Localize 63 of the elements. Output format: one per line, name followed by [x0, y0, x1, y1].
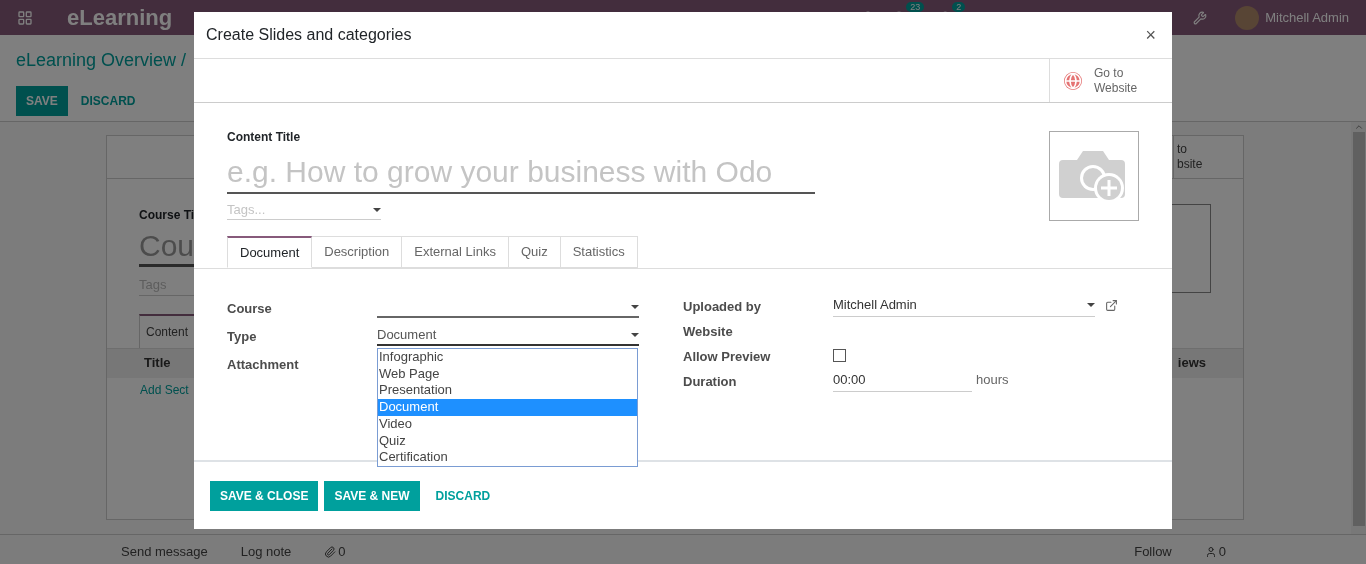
apps-menu-icon[interactable] [17, 9, 33, 26]
caret-icon [631, 332, 639, 337]
save-button[interactable]: SAVE [16, 86, 68, 116]
user-name[interactable]: Mitchell Admin [1265, 7, 1349, 28]
field-label: Attachment [227, 356, 300, 374]
field-label: Type [227, 328, 258, 346]
dropdown-option[interactable]: Video [378, 415, 637, 433]
field-label: Website [683, 323, 734, 341]
dropdown-option[interactable]: Infographic [378, 349, 637, 366]
globe-icon [1064, 71, 1082, 90]
close-button[interactable]: × [1141, 21, 1160, 49]
follower-icon[interactable] [1204, 545, 1217, 558]
dropdown-option[interactable]: Presentation [378, 382, 637, 400]
caret-icon [373, 208, 381, 212]
duration-field[interactable]: 00:00 [833, 368, 972, 392]
activity-count: 23 [906, 1, 925, 12]
avatar [1235, 5, 1260, 30]
content-title-field[interactable]: e.g. How to grow your business with Odo [227, 150, 815, 194]
dropdown-option[interactable]: Document [378, 399, 637, 416]
website-button[interactable]: to bsite [1173, 136, 1243, 178]
send-message-button[interactable]: Send message [121, 542, 208, 562]
scroll-up-icon[interactable] [1353, 122, 1364, 132]
form-tab[interactable]: Quiz [508, 236, 561, 268]
discard-button[interactable]: DISCARD [425, 480, 501, 511]
select-field[interactable]: Document [377, 321, 639, 346]
column-header: Title [144, 354, 171, 373]
scrollbar[interactable] [1351, 122, 1366, 534]
scrollbar-thumb[interactable] [1352, 132, 1365, 526]
user-select-field[interactable]: Mitchell Admin [833, 293, 1095, 317]
add-section-link[interactable]: Add Sect [140, 381, 189, 399]
dropdown-option[interactable]: Certification [378, 449, 637, 466]
form-tab[interactable]: Statistics [560, 236, 638, 268]
save-button[interactable]: SAVE & NEW [324, 480, 420, 511]
paperclip-icon[interactable] [324, 545, 337, 558]
go-to-website-button[interactable]: Go to Website [1049, 59, 1172, 102]
app-name: eLearning [67, 4, 173, 32]
message-count: 2 [952, 1, 966, 12]
follow-button[interactable]: Follow [1134, 542, 1172, 562]
field-label: Course [227, 300, 273, 318]
caret-icon [631, 304, 639, 309]
attachment-count: 0 [338, 543, 346, 561]
form-tab[interactable]: Description [312, 236, 403, 268]
follower-count: 0 [1218, 543, 1226, 561]
tools-icon[interactable] [1193, 10, 1208, 25]
caret-icon [1087, 302, 1095, 307]
field-label: Allow Preview [683, 348, 772, 366]
discard-button[interactable]: DISCARD [70, 86, 146, 116]
checkbox[interactable] [833, 349, 846, 362]
image-upload-box[interactable] [1049, 131, 1139, 221]
field-label: Duration [683, 373, 738, 391]
dropdown-option[interactable]: Web Page [378, 365, 637, 383]
form-tab[interactable]: External Links [402, 236, 509, 268]
field-label: Course Ti [139, 207, 195, 224]
save-button[interactable]: SAVE & CLOSE [210, 480, 319, 511]
dialog-title: Create Slides and categories [206, 25, 412, 45]
form-tab[interactable]: Document [227, 236, 313, 268]
dropdown-option[interactable]: Quiz [378, 432, 637, 450]
column-header: iews [1177, 354, 1206, 373]
external-link-icon[interactable] [1105, 298, 1118, 312]
field-label: Content Title [227, 129, 302, 146]
log-note-button[interactable]: Log note [240, 542, 292, 562]
unit-label: hours [976, 371, 1009, 390]
field-label: Uploaded by [683, 298, 762, 316]
